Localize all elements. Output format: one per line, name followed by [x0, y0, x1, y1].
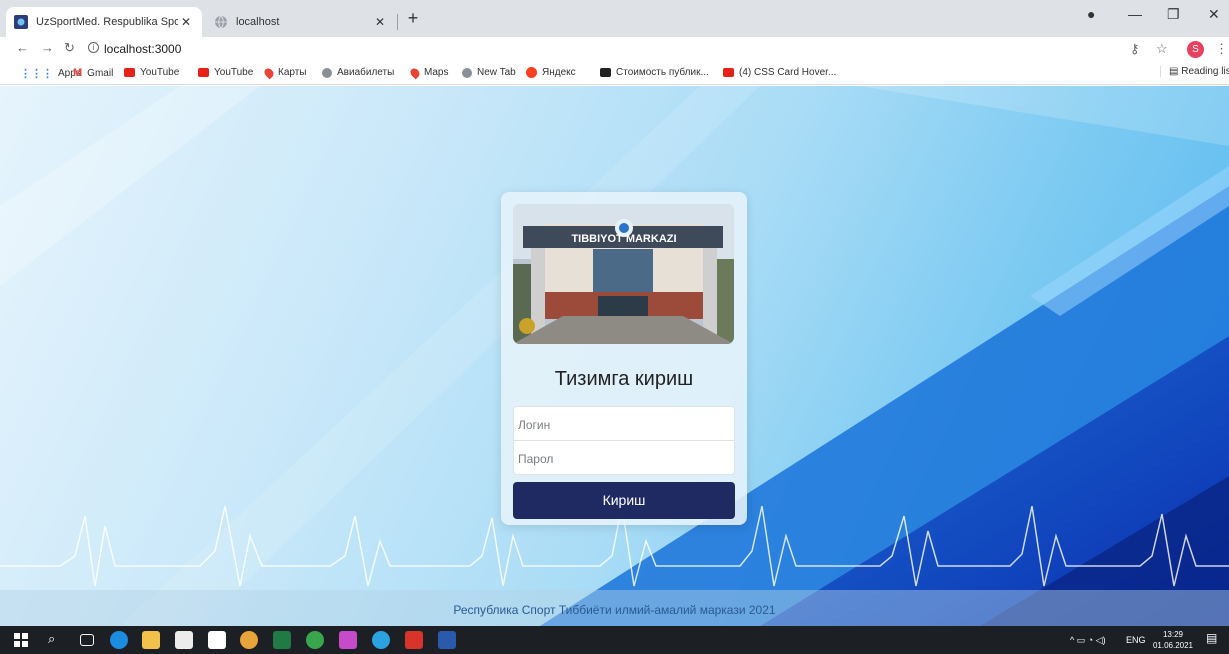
bookmark-karty[interactable]: Карты	[262, 66, 307, 79]
menu-kebab-icon[interactable]: ⋮	[1215, 41, 1228, 57]
hs-app-icon[interactable]	[306, 631, 324, 649]
browser-toolbar: ← → ↻ i localhost:3000 ⚷ ☆ S ⋮	[0, 37, 1229, 62]
store-icon[interactable]	[175, 631, 193, 649]
windows-taskbar: ⌕ ^ ▭ ◔ ◁) ENG 13:29 01.06.2021 ▤	[0, 626, 1229, 654]
search-icon[interactable]: ⌕	[48, 631, 66, 649]
minimize-button[interactable]: —	[1128, 6, 1142, 22]
bookmark-new-tab[interactable]: New Tab	[462, 67, 516, 78]
bookmark-aviabilety[interactable]: Авиабилеты	[322, 67, 394, 78]
mail-icon[interactable]	[208, 631, 226, 649]
reading-list-icon: ▤	[1169, 66, 1182, 77]
photo-sign-text: TIBBIYOT MARKAZI	[571, 233, 676, 245]
bookmark-label: Карты	[278, 67, 307, 78]
bookmarks-bar: ⋮⋮⋮ Apps M Gmail YouTube YouTube Карты Ави…	[0, 62, 1229, 85]
gmail-icon: M	[73, 67, 83, 79]
maximize-button[interactable]: ❐	[1167, 6, 1180, 23]
mh-icon	[600, 68, 611, 77]
address-bar[interactable]: localhost:3000	[104, 42, 181, 56]
tab-label: localhost	[236, 16, 280, 28]
clock-time: 13:29	[1162, 630, 1184, 639]
tray-icons[interactable]: ^ ▭ ◔ ◁)	[1070, 635, 1106, 646]
youtube-icon	[723, 68, 734, 77]
task-view-icon[interactable]	[80, 634, 94, 646]
bookmark-label: Gmail	[87, 67, 114, 79]
bookmark-maps[interactable]: Maps	[408, 66, 449, 79]
phpstorm-icon[interactable]	[339, 631, 357, 649]
bookmark-label: (4) CSS Card Hover...	[739, 67, 837, 78]
file-explorer-icon[interactable]	[142, 631, 160, 649]
close-tab-icon[interactable]: ✕	[372, 15, 388, 29]
site-favicon-icon	[14, 15, 28, 29]
bookmark-label: Maps	[424, 67, 449, 78]
globe-icon	[322, 67, 332, 78]
taskbar-clock[interactable]: 13:29 01.06.2021	[1150, 629, 1196, 651]
close-tab-icon[interactable]: ✕	[178, 15, 194, 29]
bookmark-youtube-2[interactable]: YouTube	[198, 67, 253, 78]
reading-list-label: Reading list	[1181, 66, 1229, 77]
center-building-photo: TIBBIYOT MARKAZI	[513, 204, 734, 344]
password-input[interactable]: Парол	[513, 440, 735, 475]
login-title: Тизимга кириш	[554, 368, 694, 390]
tab-label: UzSportMed. Respublika Sport ti	[36, 16, 178, 28]
login-button[interactable]: Кириш	[513, 482, 735, 519]
globe-icon	[215, 15, 227, 29]
tab-separator	[397, 14, 398, 30]
login-input[interactable]: Логин	[513, 406, 735, 441]
bookmark-label: Авиабилеты	[337, 67, 395, 78]
notifications-icon[interactable]: ▤	[1206, 631, 1224, 649]
tab-localhost[interactable]: localhost ✕	[206, 7, 396, 37]
word-icon[interactable]	[438, 631, 456, 649]
key-icon[interactable]: ⚷	[1130, 41, 1140, 57]
maps-pin-icon	[408, 66, 422, 79]
apps-grid-icon: ⋮⋮⋮	[20, 68, 53, 80]
login-card: TIBBIYOT MARKAZI Тизимга кириш Логин Пар…	[501, 192, 747, 525]
tab-uzsportmed[interactable]: UzSportMed. Respublika Sport ti ✕	[6, 7, 202, 37]
bookmark-star-icon[interactable]: ☆	[1156, 41, 1168, 57]
bookmark-yandex[interactable]: Яндекс	[526, 67, 576, 78]
bookmark-label: YouTube	[140, 67, 180, 78]
forward-button[interactable]: →	[41, 40, 54, 55]
bookmark-apps[interactable]: ⋮⋮⋮ Apps	[20, 67, 81, 80]
login-page: TIBBIYOT MARKAZI Тизимга кириш Логин Пар…	[0, 86, 1229, 626]
youtube-icon	[198, 68, 209, 77]
windows-start-icon[interactable]	[12, 631, 30, 649]
close-window-button[interactable]: ✕	[1208, 6, 1220, 23]
globe-icon	[462, 67, 472, 78]
reload-button[interactable]: ↻	[64, 40, 75, 56]
chrome-icon[interactable]	[240, 631, 258, 649]
bookmark-css-card-hover[interactable]: (4) CSS Card Hover...	[723, 67, 836, 78]
bookmark-label: Стоимость публик...	[616, 67, 709, 78]
telegram-icon[interactable]	[372, 631, 390, 649]
yandex-icon	[526, 67, 537, 78]
maps-pin-icon	[262, 66, 276, 79]
bookmark-label: YouTube	[214, 67, 254, 78]
tab-search-icon[interactable]: ●	[1087, 6, 1095, 22]
back-button[interactable]: ←	[16, 40, 29, 55]
browser-tab-strip: UzSportMed. Respublika Sport ti ✕ localh…	[0, 0, 1229, 37]
youtube-icon	[124, 68, 135, 77]
new-tab-button[interactable]: +	[401, 8, 425, 29]
profile-avatar[interactable]: S	[1187, 41, 1204, 58]
bookmark-gmail[interactable]: M Gmail	[73, 67, 113, 79]
clock-date: 01.06.2021	[1152, 641, 1194, 650]
winrar-icon[interactable]	[405, 631, 423, 649]
edge-icon[interactable]	[110, 631, 128, 649]
language-indicator[interactable]: ENG	[1126, 635, 1146, 645]
bookmark-label: Яндекс	[542, 67, 576, 78]
reading-list-button[interactable]: ▤ Reading list	[1160, 66, 1229, 77]
excel-icon[interactable]	[273, 631, 291, 649]
bookmark-stoimost[interactable]: Стоимость публик...	[600, 67, 709, 78]
bookmark-youtube-1[interactable]: YouTube	[124, 67, 179, 78]
site-info-icon[interactable]: i	[88, 42, 99, 53]
footer-text: Республика Спорт Тиббиёти илмий-амалий м…	[453, 603, 776, 617]
bookmark-label: New Tab	[477, 67, 516, 78]
